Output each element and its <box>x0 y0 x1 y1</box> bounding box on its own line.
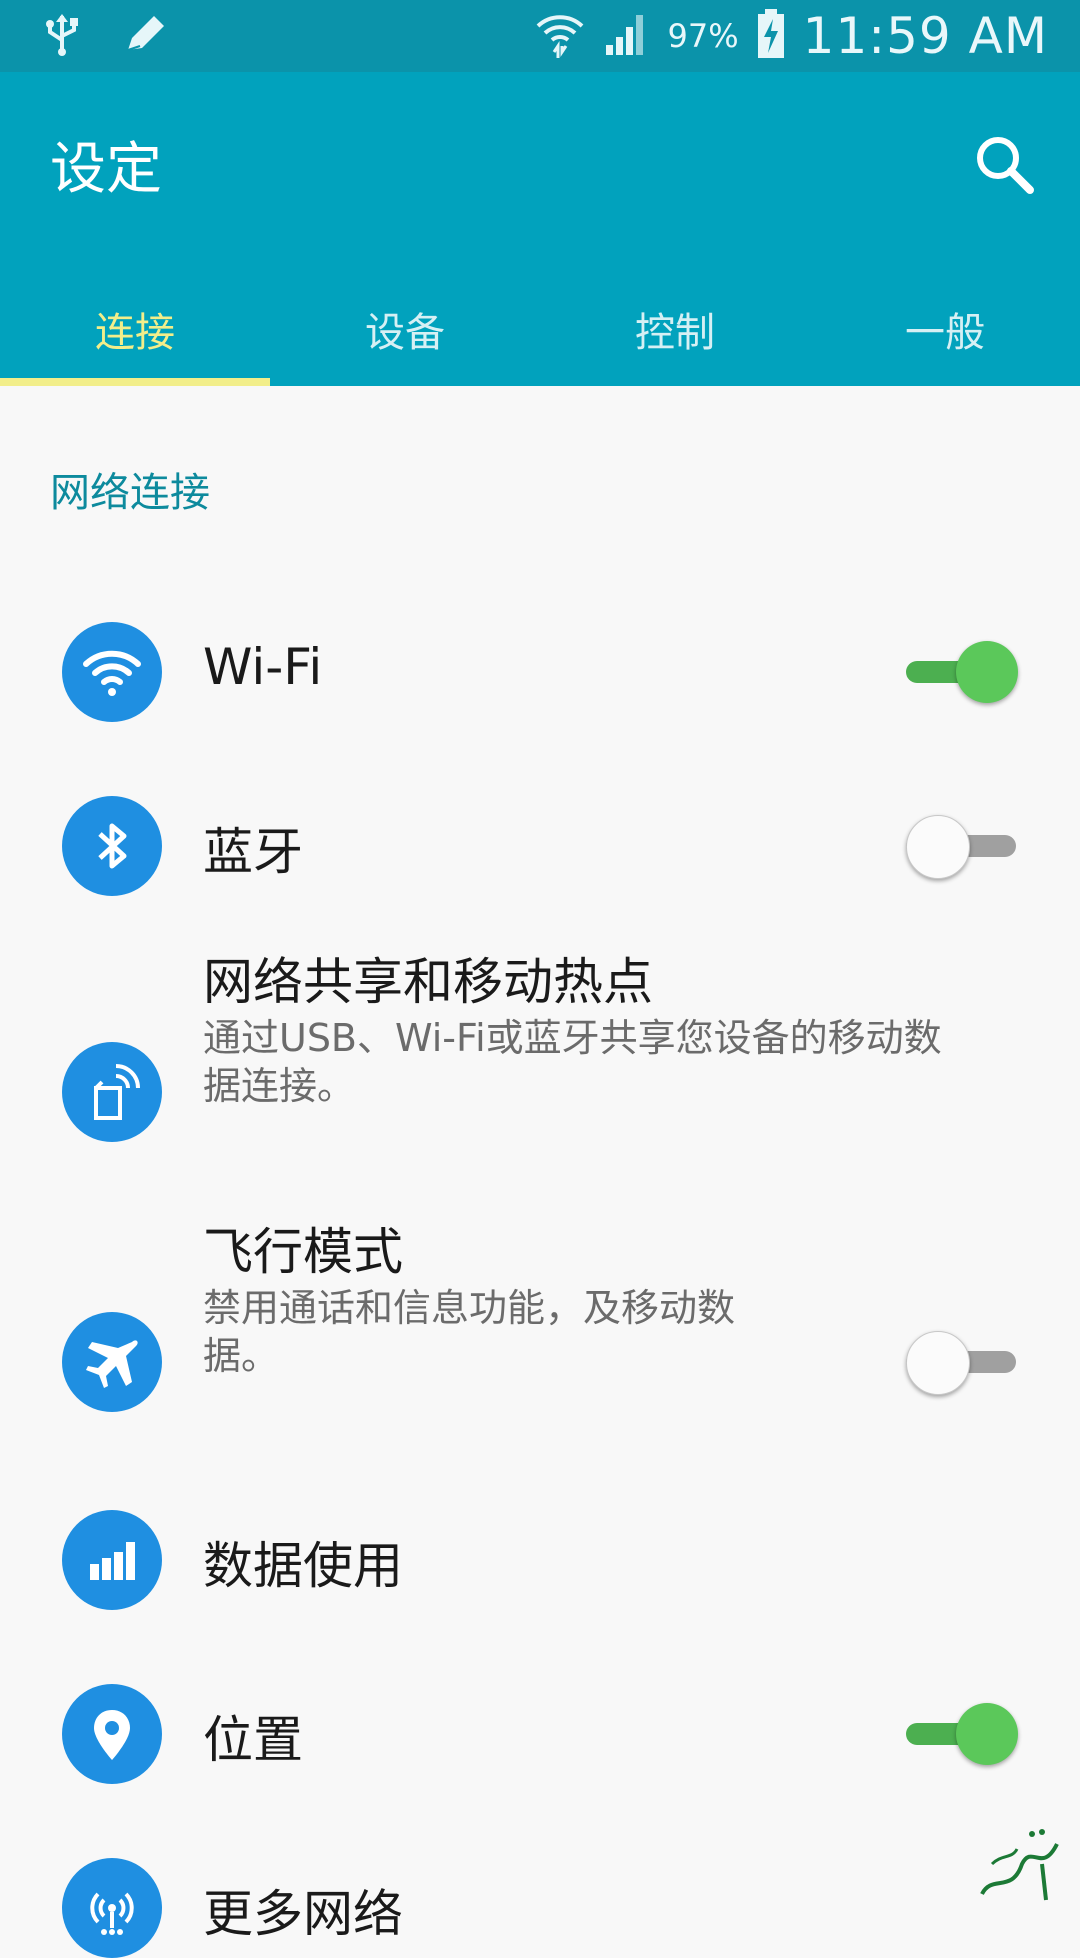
bluetooth-toggle[interactable] <box>906 812 1018 880</box>
setting-item-data-usage[interactable]: 数据使用 <box>0 1480 1080 1640</box>
search-button[interactable] <box>964 124 1044 204</box>
item-subtitle-line1: 禁用通话和信息功能，及移动数 <box>203 1286 736 1330</box>
tab-bar: 连接 设备 控制 一般 <box>0 272 1080 386</box>
watermark-logo <box>962 1804 1072 1914</box>
tab-label: 设备 <box>365 310 445 356</box>
item-title: 位置 <box>203 1711 303 1769</box>
wifi-icon <box>62 622 162 722</box>
app-bar: 设定 连接 设备 控制 一般 <box>0 72 1080 386</box>
setting-item-bluetooth[interactable]: 蓝牙 <box>0 766 1080 926</box>
tab-devices[interactable]: 设备 <box>270 272 540 386</box>
page-title: 设定 <box>50 137 162 202</box>
item-title: 网络共享和移动热点 <box>203 953 653 1011</box>
airplane-icon <box>62 1312 162 1412</box>
setting-item-wifi[interactable]: Wi-Fi <box>0 592 1080 752</box>
usb-icon <box>42 12 82 60</box>
wifi-icon <box>534 8 586 64</box>
battery-percent: 97% <box>667 17 739 55</box>
setting-item-tethering[interactable]: 网络共享和移动热点 通过USB、Wi-Fi或蓝牙共享您设备的移动数 据连接。 <box>0 942 1080 1192</box>
item-title: 数据使用 <box>203 1537 403 1595</box>
tab-connections[interactable]: 连接 <box>0 272 270 386</box>
setting-item-airplane-mode[interactable]: 飞行模式 禁用通话和信息功能，及移动数 据。 <box>0 1212 1080 1462</box>
status-bar: 97% 11:59 AM <box>0 0 1080 72</box>
wifi-toggle[interactable] <box>906 638 1018 706</box>
item-subtitle-line2: 据连接。 <box>203 1064 356 1108</box>
tab-general[interactable]: 一般 <box>810 272 1080 386</box>
tab-label: 控制 <box>635 310 715 356</box>
more-networks-icon <box>62 1858 162 1958</box>
tab-label: 连接 <box>95 310 175 356</box>
tab-label: 一般 <box>905 310 985 356</box>
item-title: 飞行模式 <box>203 1223 403 1281</box>
bluetooth-icon <box>62 796 162 896</box>
setting-item-more-networks[interactable]: 更多网络 <box>0 1828 1080 1958</box>
item-subtitle-line2: 据。 <box>203 1334 280 1378</box>
hotspot-icon <box>62 1042 162 1142</box>
item-title: Wi-Fi <box>203 638 323 696</box>
location-toggle[interactable] <box>906 1700 1018 1768</box>
edit-icon <box>122 12 170 60</box>
data-usage-icon <box>62 1510 162 1610</box>
settings-list: 网络连接 Wi-Fi 蓝牙 网络共享和移动热点 通过USB、Wi-Fi或蓝牙共享… <box>0 386 1080 1958</box>
item-title: 更多网络 <box>203 1885 403 1943</box>
search-icon <box>964 137 1044 208</box>
active-tab-indicator <box>0 378 270 386</box>
tab-controls[interactable]: 控制 <box>540 272 810 386</box>
location-icon <box>62 1684 162 1784</box>
item-subtitle-line1: 通过USB、Wi-Fi或蓝牙共享您设备的移动数 <box>203 1016 942 1060</box>
battery-charging-icon <box>757 9 785 63</box>
status-time: 11:59 AM <box>802 7 1048 65</box>
item-title: 蓝牙 <box>203 823 303 881</box>
section-header: 网络连接 <box>50 470 210 516</box>
setting-item-location[interactable]: 位置 <box>0 1654 1080 1814</box>
airplane-mode-toggle[interactable] <box>906 1328 1018 1396</box>
signal-icon <box>604 11 650 61</box>
